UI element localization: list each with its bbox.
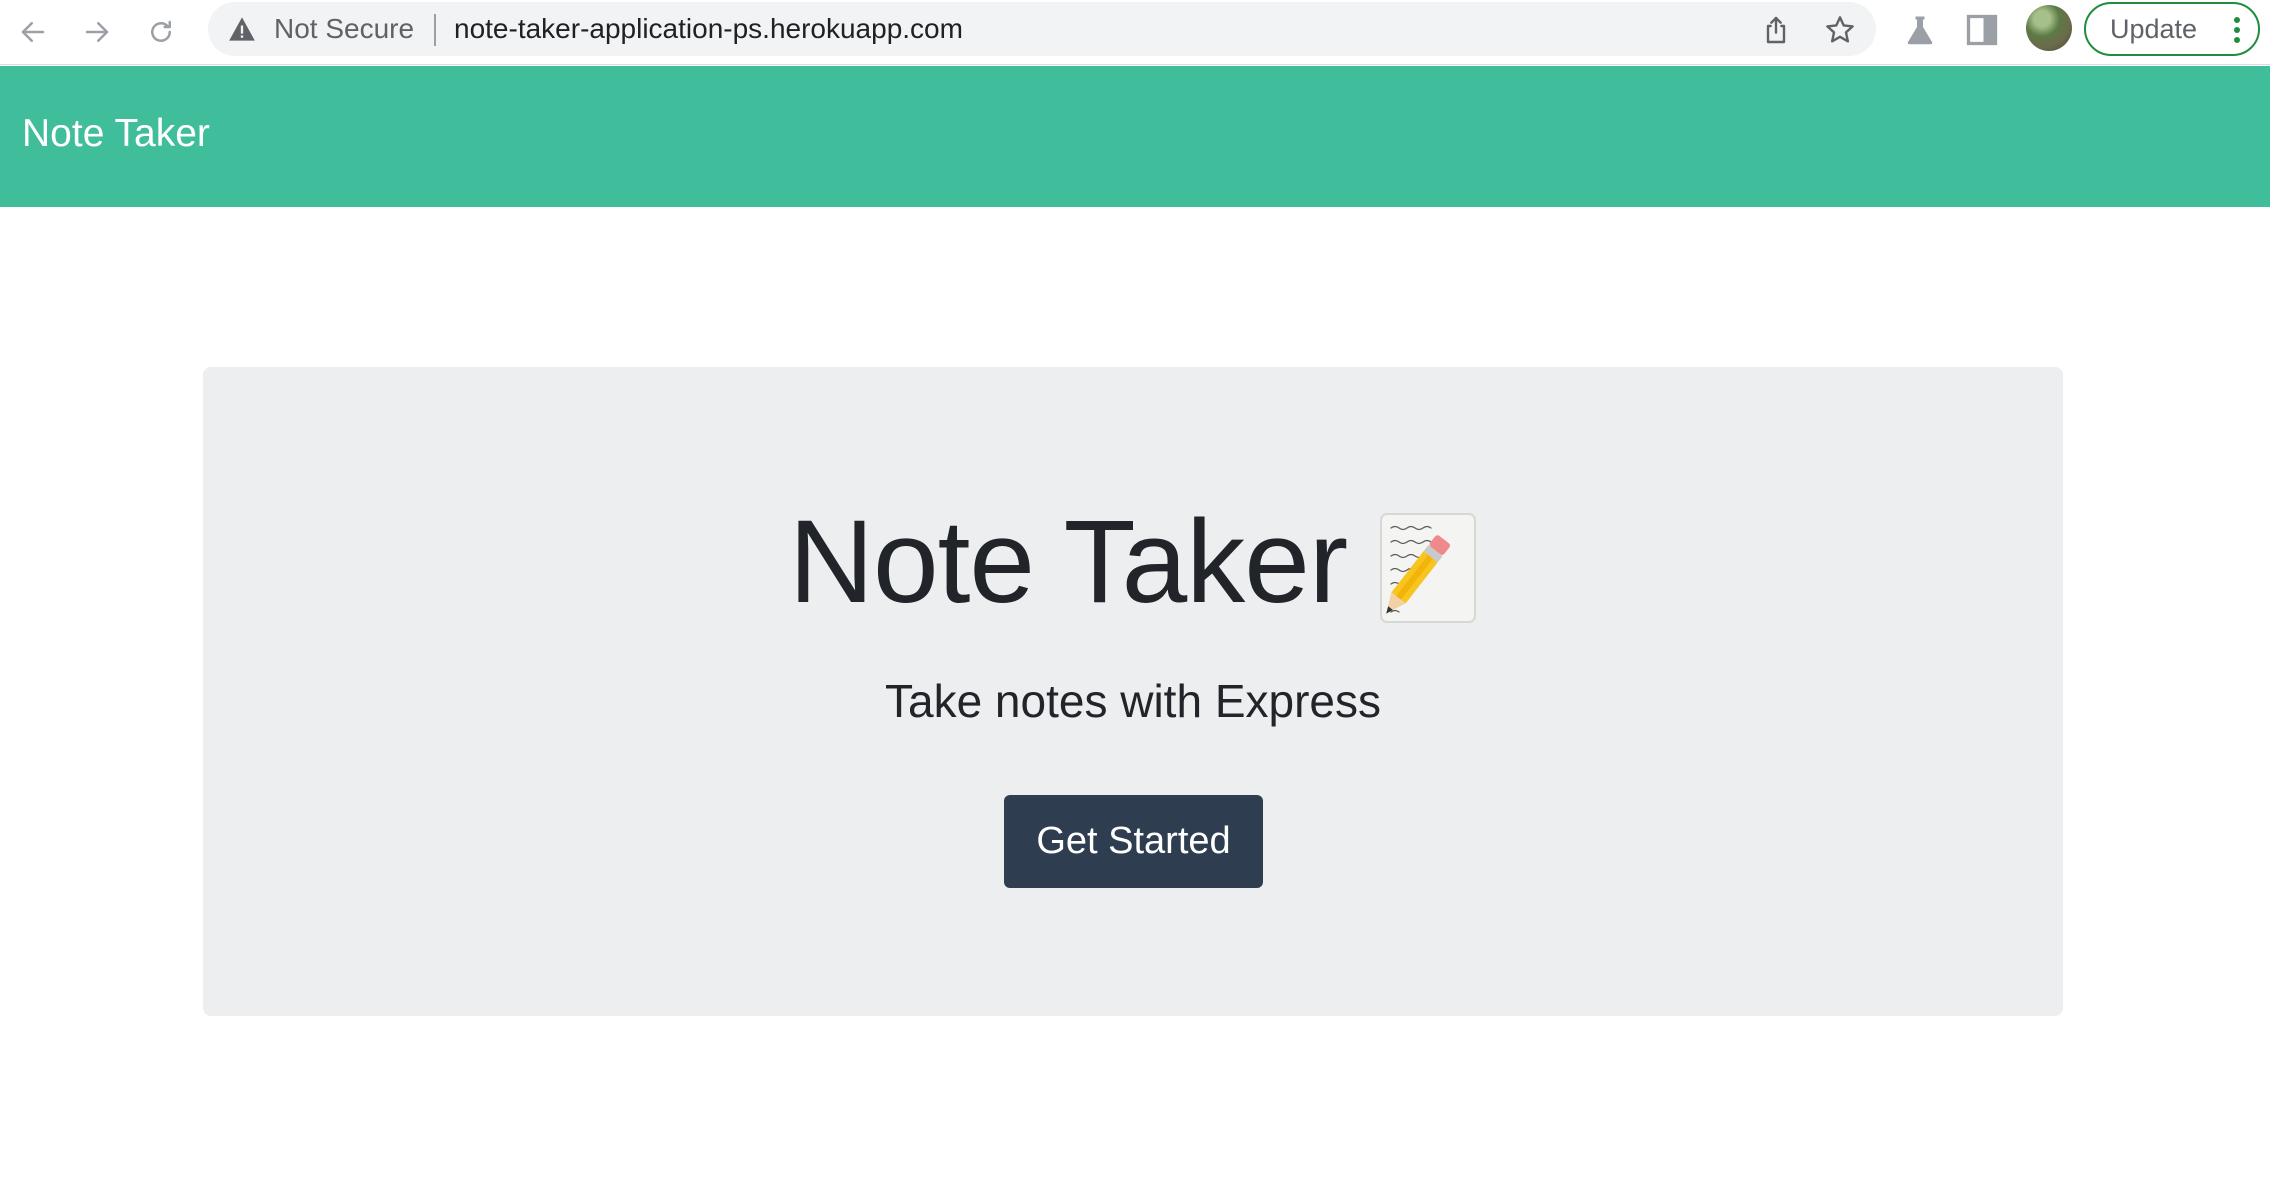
arrow-left-icon [21, 22, 45, 42]
star-icon[interactable] [1824, 14, 1856, 46]
hero-jumbotron: Note Taker Take notes with Express Get S… [203, 367, 2063, 1016]
hero-subtitle: Take notes with Express [884, 675, 1381, 727]
forward-button[interactable] [76, 11, 118, 53]
profile-avatar[interactable] [2026, 5, 2072, 51]
share-icon[interactable] [1760, 14, 1792, 46]
update-button-label: Update [2110, 13, 2198, 44]
address-divider [434, 14, 436, 46]
memo-icon [1380, 513, 1477, 623]
address-bar[interactable]: Not Secure note-taker-application-ps.her… [208, 2, 1876, 56]
kebab-menu-icon[interactable] [2234, 17, 2240, 43]
url-text[interactable]: note-taker-application-ps.herokuapp.com [454, 12, 963, 46]
arrow-right-icon [85, 22, 109, 42]
reload-icon [151, 20, 171, 42]
back-button[interactable] [12, 11, 54, 53]
flask-icon[interactable] [1902, 12, 1938, 48]
warning-triangle-icon[interactable] [228, 16, 256, 42]
page-title: Note Taker [788, 496, 1348, 628]
browser-toolbar: Not Secure note-taker-application-ps.her… [0, 0, 2270, 65]
update-button[interactable]: Update [2084, 2, 2260, 56]
hero-title-row: Note Taker [203, 497, 2063, 627]
app-navbar: Note Taker [0, 66, 2270, 207]
get-started-button[interactable]: Get Started [1004, 795, 1263, 888]
navbar-brand-link[interactable]: Note Taker [22, 110, 210, 158]
reload-button[interactable] [140, 11, 182, 53]
side-panel-icon[interactable] [1964, 12, 2000, 48]
security-status-label[interactable]: Not Secure [274, 12, 414, 46]
